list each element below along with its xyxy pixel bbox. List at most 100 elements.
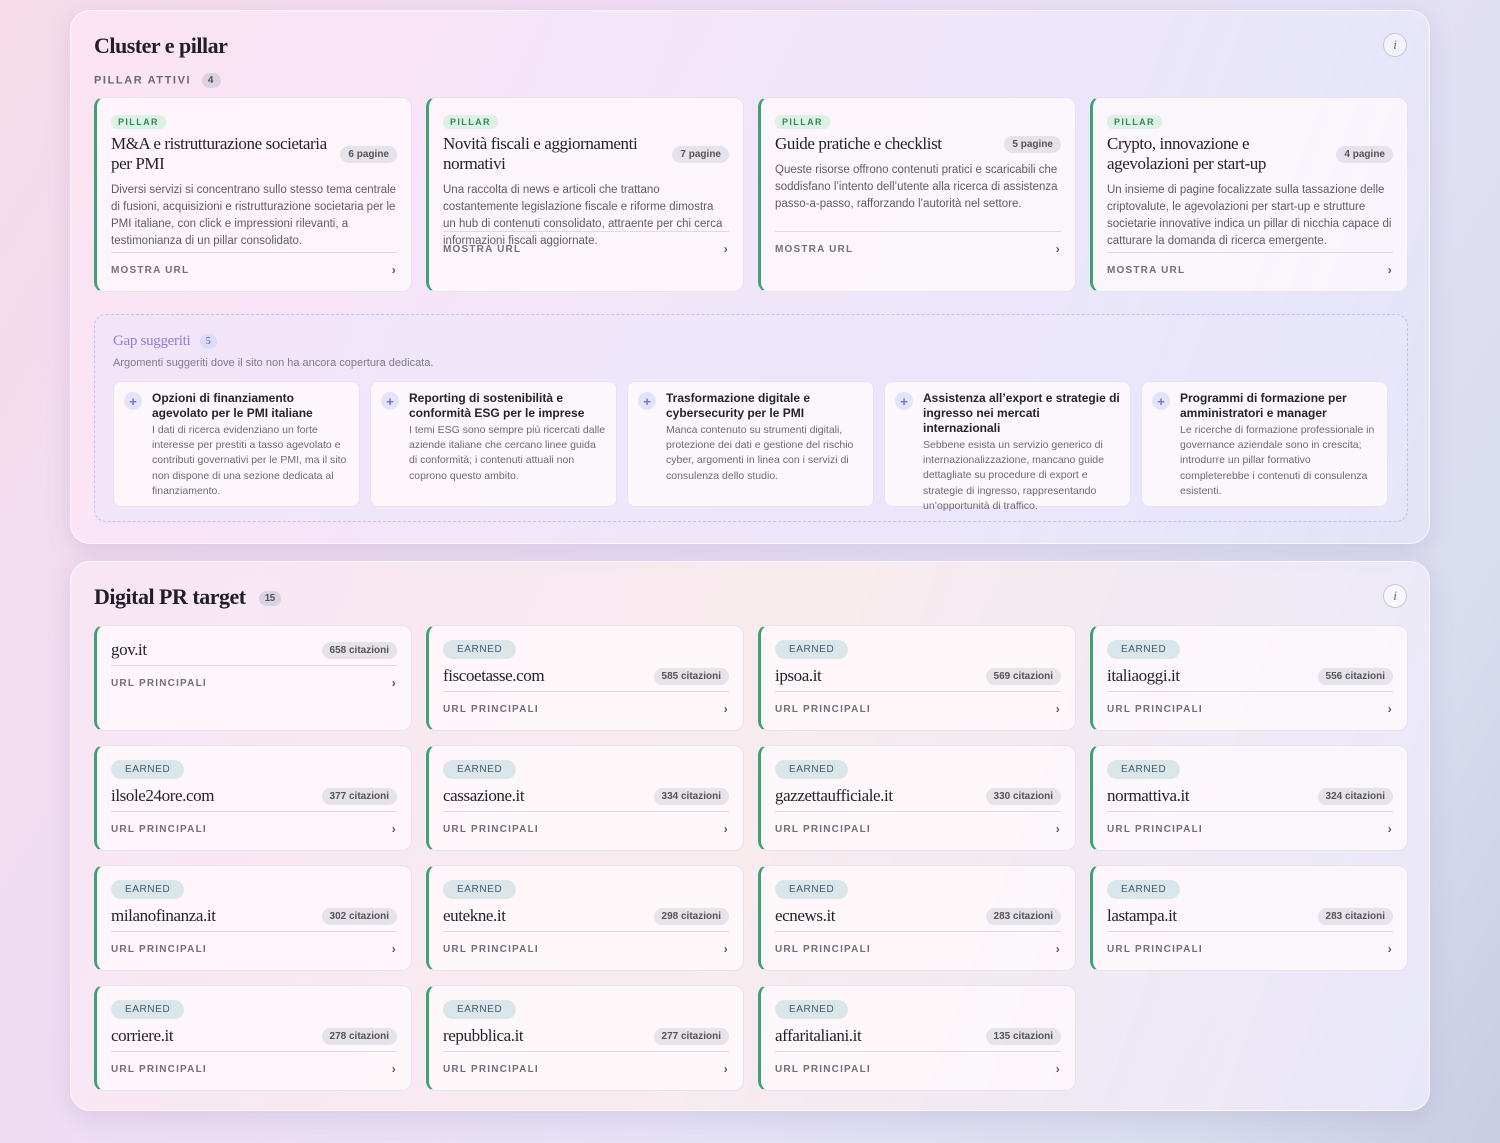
- gap-card[interactable]: + Reporting di sostenibilità e conformit…: [370, 381, 617, 507]
- earned-tag: EARNED: [775, 640, 849, 659]
- main-urls-label: URL PRINCIPALI: [443, 823, 539, 835]
- chevron-right-icon: ›: [723, 702, 729, 716]
- plus-icon[interactable]: +: [124, 392, 142, 410]
- show-urls-toggle[interactable]: MOSTRA URL ›: [1107, 252, 1393, 277]
- cluster-pillar-panel: Cluster e pillar i PILLAR ATTIVI 4 PILLA…: [70, 10, 1430, 544]
- gap-title: Reporting di sostenibilità e conformità …: [409, 391, 585, 420]
- show-urls-toggle[interactable]: MOSTRA URL ›: [775, 231, 1061, 256]
- pr-domain: ipsoa.it: [775, 666, 822, 685]
- pr-target-card: EARNED lastampa.it 283 citazioni URL PRINCI…: [1090, 865, 1408, 971]
- earned-tag: EARNED: [775, 880, 849, 899]
- gap-card[interactable]: + Opzioni di finanziamento agevolato per…: [113, 381, 360, 507]
- chevron-right-icon: ›: [391, 942, 397, 956]
- pillars-label: PILLAR ATTIVI: [94, 74, 192, 87]
- main-urls-toggle[interactable]: URL PRINCIPALI ›: [1107, 691, 1393, 716]
- show-urls-label: MOSTRA URL: [443, 243, 522, 255]
- digital-pr-panel: Digital PR target 15 i gov.it 658 citazio…: [70, 561, 1430, 1111]
- show-urls-label: MOSTRA URL: [1107, 264, 1186, 276]
- plus-icon[interactable]: +: [638, 392, 656, 410]
- main-urls-label: URL PRINCIPALI: [1107, 943, 1203, 955]
- plus-icon[interactable]: +: [1152, 392, 1170, 410]
- show-urls-toggle[interactable]: MOSTRA URL ›: [443, 231, 729, 256]
- citations-badge: 658 citazioni: [321, 641, 397, 659]
- main-urls-label: URL PRINCIPALI: [111, 677, 207, 689]
- pr-domain: milanofinanza.it: [111, 906, 216, 925]
- main-urls-toggle[interactable]: URL PRINCIPALI ›: [111, 1051, 397, 1076]
- chevron-right-icon: ›: [1055, 702, 1061, 716]
- main-urls-toggle[interactable]: URL PRINCIPALI ›: [443, 1051, 729, 1076]
- gaps-subtitle: Argomenti suggeriti dove il sito non ha …: [113, 357, 434, 369]
- info-icon[interactable]: i: [1383, 584, 1407, 608]
- main-urls-label: URL PRINCIPALI: [775, 1063, 871, 1075]
- earned-tag: EARNED: [443, 1000, 517, 1019]
- main-urls-toggle[interactable]: URL PRINCIPALI ›: [111, 931, 397, 956]
- main-urls-toggle[interactable]: URL PRINCIPALI ›: [775, 1051, 1061, 1076]
- chevron-right-icon: ›: [723, 1062, 729, 1076]
- pillar-tag: PILLAR: [775, 115, 830, 129]
- chevron-right-icon: ›: [1387, 702, 1393, 716]
- pillar-card: PILLAR Novità fiscali e aggiornamenti no…: [426, 97, 744, 292]
- earned-tag: EARNED: [443, 880, 517, 899]
- main-urls-toggle[interactable]: URL PRINCIPALI ›: [1107, 811, 1393, 836]
- panel-title: Digital PR target 15: [94, 584, 281, 610]
- citations-badge: 334 citazioni: [653, 787, 729, 805]
- main-urls-label: URL PRINCIPALI: [1107, 823, 1203, 835]
- pr-domain: corriere.it: [111, 1026, 174, 1045]
- pillar-grid: PILLAR M&A e ristrutturazione societaria…: [94, 97, 1408, 292]
- main-urls-toggle[interactable]: URL PRINCIPALI ›: [775, 931, 1061, 956]
- earned-tag: EARNED: [443, 760, 517, 779]
- info-icon[interactable]: i: [1383, 33, 1407, 57]
- pr-target-card: EARNED ipsoa.it 569 citazioni URL PRINCIPAL…: [758, 625, 1076, 731]
- pages-count-badge: 5 pagine: [1004, 135, 1061, 153]
- plus-icon[interactable]: +: [381, 392, 399, 410]
- earned-tag: EARNED: [1107, 880, 1181, 899]
- main-urls-toggle[interactable]: URL PRINCIPALI ›: [443, 691, 729, 716]
- gap-description: Sebbene esista un servizio generico di i…: [923, 439, 1104, 512]
- chevron-right-icon: ›: [1055, 822, 1061, 836]
- chevron-right-icon: ›: [723, 242, 729, 256]
- show-urls-toggle[interactable]: MOSTRA URL ›: [111, 252, 397, 277]
- main-urls-label: URL PRINCIPALI: [775, 943, 871, 955]
- main-urls-toggle[interactable]: URL PRINCIPALI ›: [111, 665, 397, 690]
- citations-badge: 556 citazioni: [1317, 667, 1393, 685]
- gaps-title: Gap suggeriti: [113, 333, 191, 349]
- pr-target-card: EARNED affaritaliani.it 135 citazioni URL P…: [758, 985, 1076, 1091]
- pillar-description: Queste risorse offrono contenuti pratici…: [775, 164, 1058, 210]
- chevron-right-icon: ›: [1387, 263, 1393, 277]
- main-urls-toggle[interactable]: URL PRINCIPALI ›: [111, 811, 397, 836]
- main-urls-label: URL PRINCIPALI: [775, 703, 871, 715]
- gap-description: I dati di ricerca evidenziano un forte i…: [152, 424, 347, 497]
- main-urls-toggle[interactable]: URL PRINCIPALI ›: [775, 811, 1061, 836]
- pr-target-card: EARNED ecnews.it 283 citazioni URL PRINCIPA…: [758, 865, 1076, 971]
- pr-domain: cassazione.it: [443, 786, 525, 805]
- pr-target-card: EARNED eutekne.it 298 citazioni URL PRINCIP…: [426, 865, 744, 971]
- plus-icon[interactable]: +: [895, 392, 913, 410]
- gap-title: Programmi di formazione per amministrato…: [1180, 391, 1347, 420]
- gap-card[interactable]: + Assistenza all’export e strategie di i…: [884, 381, 1131, 512]
- main-urls-toggle[interactable]: URL PRINCIPALI ›: [775, 691, 1061, 716]
- pr-domain: gov.it: [111, 640, 147, 659]
- main-urls-label: URL PRINCIPALI: [111, 823, 207, 835]
- gap-card[interactable]: + Trasformazione digitale e cybersecurit…: [627, 381, 874, 507]
- pillar-title: Guide pratiche e checklist: [775, 134, 942, 153]
- earned-tag: EARNED: [111, 760, 185, 779]
- pr-domain: lastampa.it: [1107, 906, 1177, 925]
- main-urls-toggle[interactable]: URL PRINCIPALI ›: [1107, 931, 1393, 956]
- main-urls-toggle[interactable]: URL PRINCIPALI ›: [443, 931, 729, 956]
- pr-domain: affaritaliani.it: [775, 1026, 862, 1045]
- main-urls-label: URL PRINCIPALI: [1107, 703, 1203, 715]
- earned-tag: EARNED: [111, 880, 185, 899]
- earned-tag: EARNED: [775, 1000, 849, 1019]
- main-urls-toggle[interactable]: URL PRINCIPALI ›: [443, 811, 729, 836]
- pr-title: Digital PR target: [94, 584, 246, 609]
- pillars-section-label: PILLAR ATTIVI 4: [94, 73, 222, 88]
- gap-card[interactable]: + Programmi di formazione per amministra…: [1141, 381, 1388, 507]
- chevron-right-icon: ›: [1387, 942, 1393, 956]
- citations-badge: 585 citazioni: [653, 667, 729, 685]
- pages-count-badge: 6 pagine: [340, 145, 397, 163]
- earned-tag: EARNED: [775, 760, 849, 779]
- chevron-right-icon: ›: [1055, 1062, 1061, 1076]
- show-urls-label: MOSTRA URL: [111, 264, 190, 276]
- pillar-card: PILLAR Crypto, innovazione e agevolazion…: [1090, 97, 1408, 292]
- pr-target-card: EARNED cassazione.it 334 citazioni URL PRIN…: [426, 745, 744, 851]
